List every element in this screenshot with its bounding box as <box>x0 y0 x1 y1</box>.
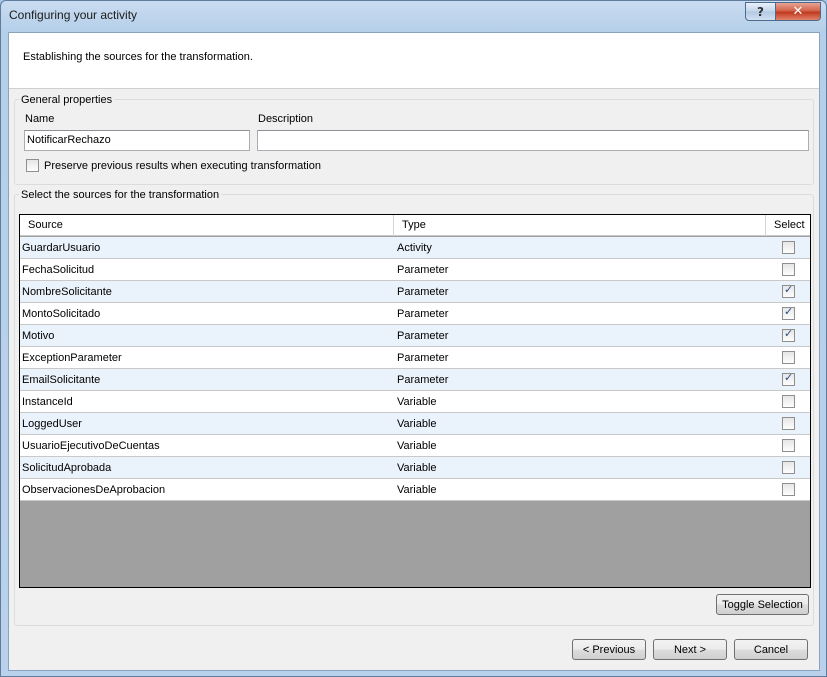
grid-header: Source Type Select <box>20 215 810 236</box>
source-cell: EmailSolicitante <box>22 374 101 386</box>
cancel-button[interactable]: Cancel <box>734 639 808 660</box>
type-cell: Variable <box>397 418 437 430</box>
table-row[interactable]: UsuarioEjecutivoDeCuentas Variable <box>20 435 810 457</box>
table-row[interactable]: EmailSolicitante Parameter <box>20 369 810 391</box>
type-cell: Parameter <box>397 264 449 276</box>
help-icon: ? <box>757 4 764 19</box>
preserve-results-checkbox[interactable] <box>26 159 39 172</box>
table-row[interactable]: LoggedUser Variable <box>20 413 810 435</box>
source-cell: Motivo <box>22 330 55 342</box>
dialog-client-area: Establishing the sources for the transfo… <box>8 32 820 671</box>
general-properties-group: General properties Name NotificarRechazo… <box>14 94 814 185</box>
table-row[interactable]: NombreSolicitante Parameter <box>20 281 810 303</box>
select-checkbox[interactable] <box>782 283 795 298</box>
select-checkbox[interactable] <box>782 305 795 320</box>
source-cell: NombreSolicitante <box>22 286 112 298</box>
select-checkbox[interactable] <box>782 327 795 342</box>
select-checkbox[interactable] <box>782 351 795 364</box>
next-button[interactable]: Next > <box>653 639 727 660</box>
source-cell: GuardarUsuario <box>22 242 101 254</box>
type-cell: Variable <box>397 396 437 408</box>
name-input[interactable]: NotificarRechazo <box>24 130 250 151</box>
table-row[interactable]: InstanceId Variable <box>20 391 810 413</box>
close-button[interactable]: ✕ <box>775 2 821 21</box>
toggle-selection-button[interactable]: Toggle Selection <box>716 594 809 615</box>
type-cell: Parameter <box>397 374 449 386</box>
type-cell: Variable <box>397 462 437 474</box>
window-title: Configuring your activity <box>9 8 138 22</box>
type-cell: Activity <box>397 242 432 254</box>
type-cell: Variable <box>397 440 437 452</box>
description-input[interactable] <box>257 130 809 151</box>
source-cell: InstanceId <box>22 396 73 408</box>
table-row[interactable]: FechaSolicitud Parameter <box>20 259 810 281</box>
table-row[interactable]: MontoSolicitado Parameter <box>20 303 810 325</box>
source-cell: LoggedUser <box>22 418 82 430</box>
select-checkbox[interactable] <box>782 241 795 254</box>
type-cell: Parameter <box>397 286 449 298</box>
select-checkbox[interactable] <box>782 371 795 386</box>
column-header-type[interactable]: Type <box>394 215 766 236</box>
source-cell: UsuarioEjecutivoDeCuentas <box>22 440 160 452</box>
table-row[interactable]: Motivo Parameter <box>20 325 810 347</box>
general-properties-label: General properties <box>19 94 115 106</box>
type-cell: Parameter <box>397 352 449 364</box>
table-row[interactable]: SolicitudAprobada Variable <box>20 457 810 479</box>
name-label: Name <box>25 113 55 125</box>
header-banner: Establishing the sources for the transfo… <box>9 33 819 89</box>
type-cell: Variable <box>397 484 437 496</box>
select-checkbox[interactable] <box>782 439 795 452</box>
select-checkbox[interactable] <box>782 461 795 474</box>
select-checkbox[interactable] <box>782 483 795 496</box>
type-cell: Parameter <box>397 330 449 342</box>
table-row[interactable]: ObservacionesDeAprobacion Variable <box>20 479 810 501</box>
source-cell: MontoSolicitado <box>22 308 101 320</box>
source-cell: ExceptionParameter <box>22 352 122 364</box>
select-checkbox[interactable] <box>782 395 795 408</box>
column-header-select[interactable]: Select <box>766 215 810 236</box>
help-button[interactable]: ? <box>745 2 776 21</box>
sources-grid: Source Type Select GuardarUsuario Activit… <box>19 214 811 588</box>
source-cell: SolicitudAprobada <box>22 462 112 474</box>
type-cell: Parameter <box>397 308 449 320</box>
title-bar[interactable]: Configuring your activity ? ✕ <box>1 1 826 31</box>
table-row[interactable]: ExceptionParameter Parameter <box>20 347 810 369</box>
dialog-window: Configuring your activity ? ✕ Establishi… <box>0 0 827 677</box>
preserve-results-label[interactable]: Preserve previous results when executing… <box>44 160 321 172</box>
source-cell: ObservacionesDeAprobacion <box>22 484 166 496</box>
sources-group-label: Select the sources for the transformatio… <box>19 189 222 201</box>
table-row[interactable]: GuardarUsuario Activity <box>20 237 810 259</box>
select-checkbox[interactable] <box>782 417 795 430</box>
previous-button[interactable]: < Previous <box>572 639 646 660</box>
banner-text: Establishing the sources for the transfo… <box>23 51 253 63</box>
column-header-source[interactable]: Source <box>20 215 394 236</box>
source-cell: FechaSolicitud <box>22 264 95 276</box>
select-checkbox[interactable] <box>782 263 795 276</box>
description-label: Description <box>258 113 314 125</box>
close-icon: ✕ <box>792 4 804 19</box>
